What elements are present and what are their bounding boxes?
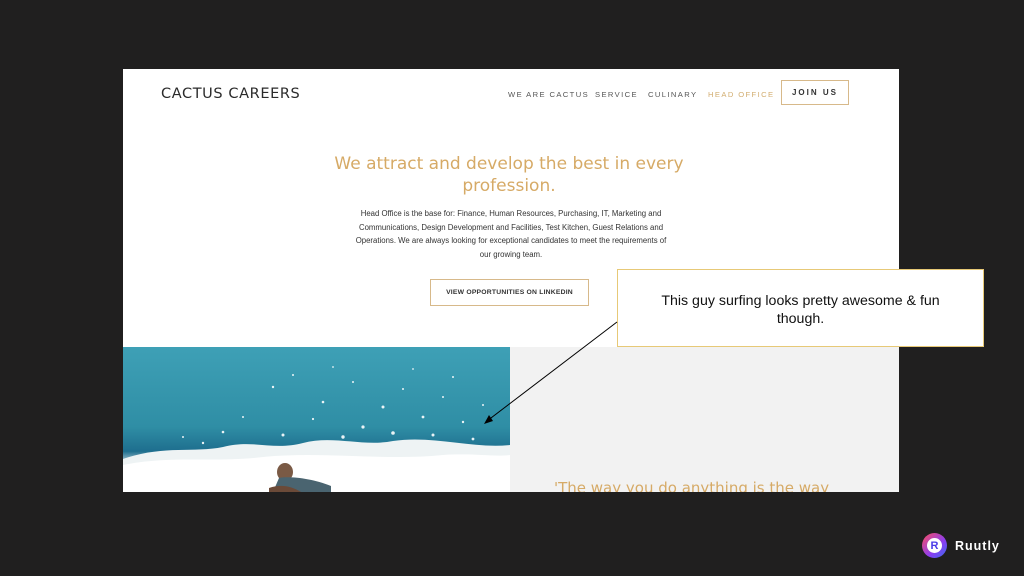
nav-item-service[interactable]: SERVICE xyxy=(595,90,638,99)
ruutly-brand: R Ruutly xyxy=(922,533,1000,558)
annotation-text: This guy surfing looks pretty awesome & … xyxy=(618,292,983,328)
description-line: Head Office is the base for: Finance, Hu… xyxy=(360,209,662,218)
quote-panel: 'The way you do anything is the way xyxy=(510,347,899,492)
nav-item-head-office[interactable]: HEAD OFFICE xyxy=(708,90,774,99)
brand-icon-letter: R xyxy=(927,538,942,553)
join-us-button[interactable]: JOIN US xyxy=(781,80,849,105)
hero-headline: We attract and develop the best in every… xyxy=(319,153,699,197)
surfer-photo xyxy=(123,347,510,492)
hero-headline-line-2: profession. xyxy=(462,176,556,196)
annotation-line-2: though. xyxy=(776,311,825,327)
view-opportunities-linkedin-button[interactable]: VIEW OPPORTUNITIES ON LINKEDIN xyxy=(430,279,589,306)
hero-description: Head Office is the base for: Finance, Hu… xyxy=(327,207,695,261)
nav-item-culinary[interactable]: CULINARY xyxy=(648,90,697,99)
brand-name: Ruutly xyxy=(955,538,1000,553)
surfer-figure xyxy=(269,463,331,492)
annotation-line-1: This guy surfing looks pretty awesome & … xyxy=(661,293,940,309)
description-line: Communications, Design Development and F… xyxy=(358,222,664,232)
quote-text: 'The way you do anything is the way xyxy=(554,479,830,492)
hero-headline-line-1: We attract and develop the best in every xyxy=(334,154,684,174)
description-line: Operations. We are always looking for ex… xyxy=(355,236,667,245)
site-logo[interactable]: CACTUS CAREERS xyxy=(161,86,300,102)
description-line: our growing team. xyxy=(479,249,543,259)
nav-item-we-are-cactus[interactable]: WE ARE CACTUS xyxy=(508,90,589,99)
ruutly-logo-icon: R xyxy=(922,533,947,558)
annotation-callout: This guy surfing looks pretty awesome & … xyxy=(617,269,984,347)
